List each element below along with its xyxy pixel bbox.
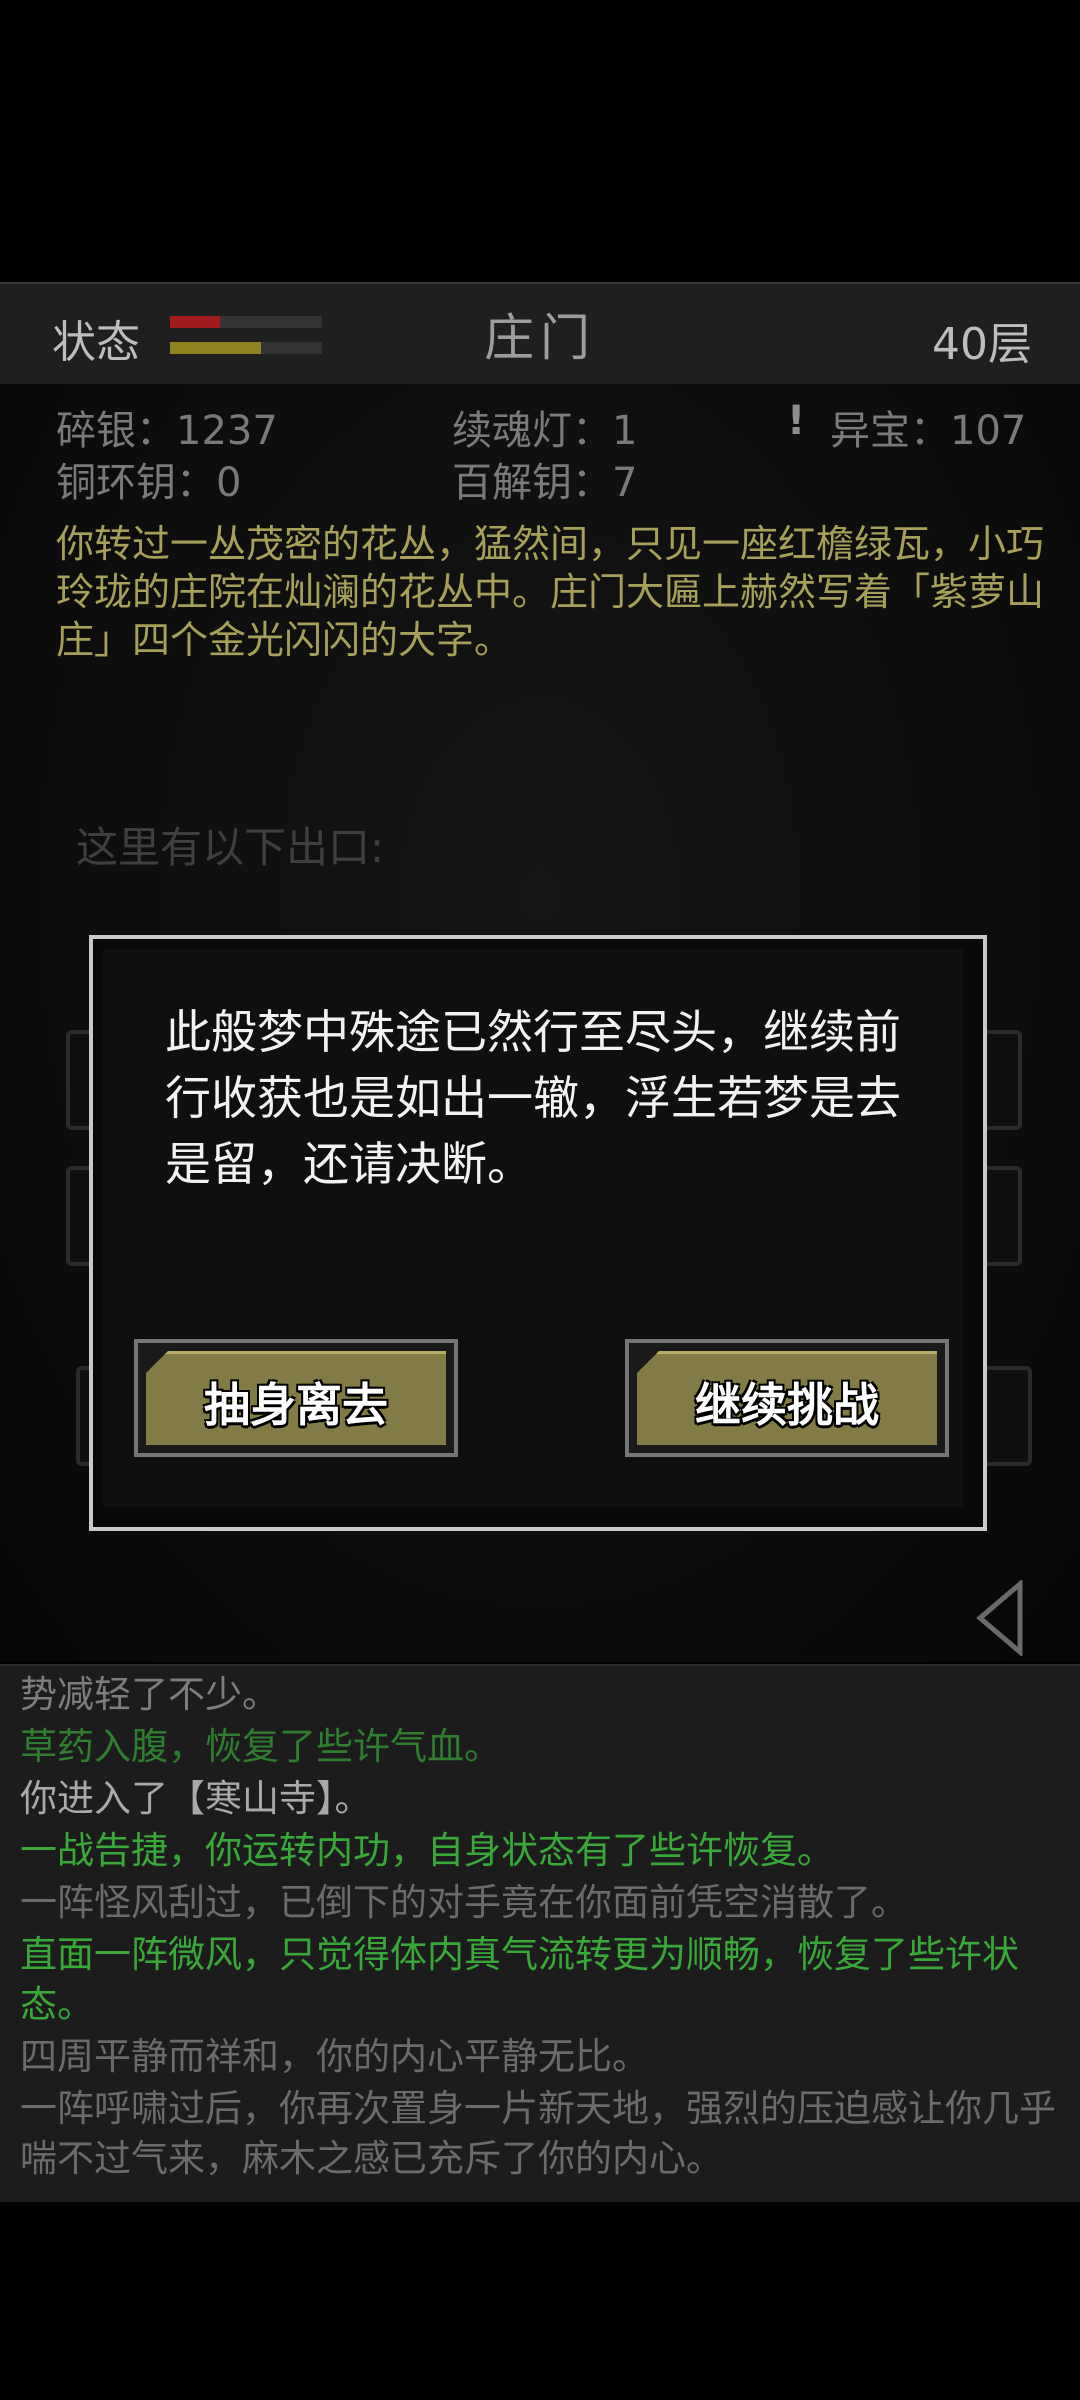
game-screen: 状态 庄门 40层 碎银：1237 续魂灯：1 ! 异宝：107 铜环钥：0 百… <box>0 0 1080 2400</box>
soul-lamp-count: 续魂灯：1 <box>452 408 638 454</box>
continue-button-label: 继续挑战 <box>695 1378 879 1432</box>
log-line: 你进入了【寒山寺】。 <box>20 1777 372 1820</box>
log-line: 势减轻了不少。 <box>20 1673 279 1716</box>
log-line: 一战告捷，你运转内功，自身状态有了些许恢复。 <box>20 1829 834 1872</box>
log-line: 草药入腹，恢复了些许气血。 <box>20 1725 501 1768</box>
leave-button[interactable]: 抽身离去 <box>134 1339 458 1457</box>
silver-count: 碎银：1237 <box>56 408 278 454</box>
master-key-count: 百解钥：7 <box>452 460 638 506</box>
header-bar: 状态 庄门 40层 <box>0 282 1080 386</box>
log-line: 一阵呼啸过后，你再次置身一片新天地，强烈的压迫感让你几乎喘不过气来，麻木之感已充… <box>20 2087 1056 2180</box>
treasure-count: 异宝：107 <box>830 408 1027 454</box>
message-log[interactable]: 势减轻了不少。 草药入腹，恢复了些许气血。 你进入了【寒山寺】。 一战告捷，你运… <box>0 1664 1080 2202</box>
log-line: 四周平静而祥和，你的内心平静无比。 <box>20 2035 649 2078</box>
leave-button-label: 抽身离去 <box>204 1378 388 1432</box>
exits-label: 这里有以下出口: <box>76 823 385 872</box>
continue-challenge-button[interactable]: 继续挑战 <box>625 1339 949 1457</box>
end-of-dream-dialog: 此般梦中殊途已然行至尽头，继续前行收获也是如出一辙，浮生若梦是去是留，还请决断。… <box>89 935 987 1531</box>
bronze-key-count: 铜环钥：0 <box>56 460 242 506</box>
log-line: 直面一阵微风，只觉得体内真气流转更为顺畅，恢复了些许状态。 <box>20 1933 1019 2026</box>
scene-description: 你转过一丛茂密的花丛，猛然间，只见一座红檐绿瓦，小巧玲珑的庄院在灿澜的花丛中。庄… <box>56 522 1045 662</box>
warning-icon: ! <box>787 398 806 444</box>
log-line: 一阵怪风刮过，已倒下的对手竟在你面前凭空消散了。 <box>20 1881 908 1924</box>
dialog-message: 此般梦中殊途已然行至尽头，继续前行收获也是如出一辙，浮生若梦是去是留，还请决断。 <box>165 1005 901 1191</box>
back-arrow-icon[interactable] <box>976 1580 1024 1656</box>
floor-indicator: 40层 <box>932 319 1032 370</box>
location-title: 庄门 <box>484 309 596 367</box>
